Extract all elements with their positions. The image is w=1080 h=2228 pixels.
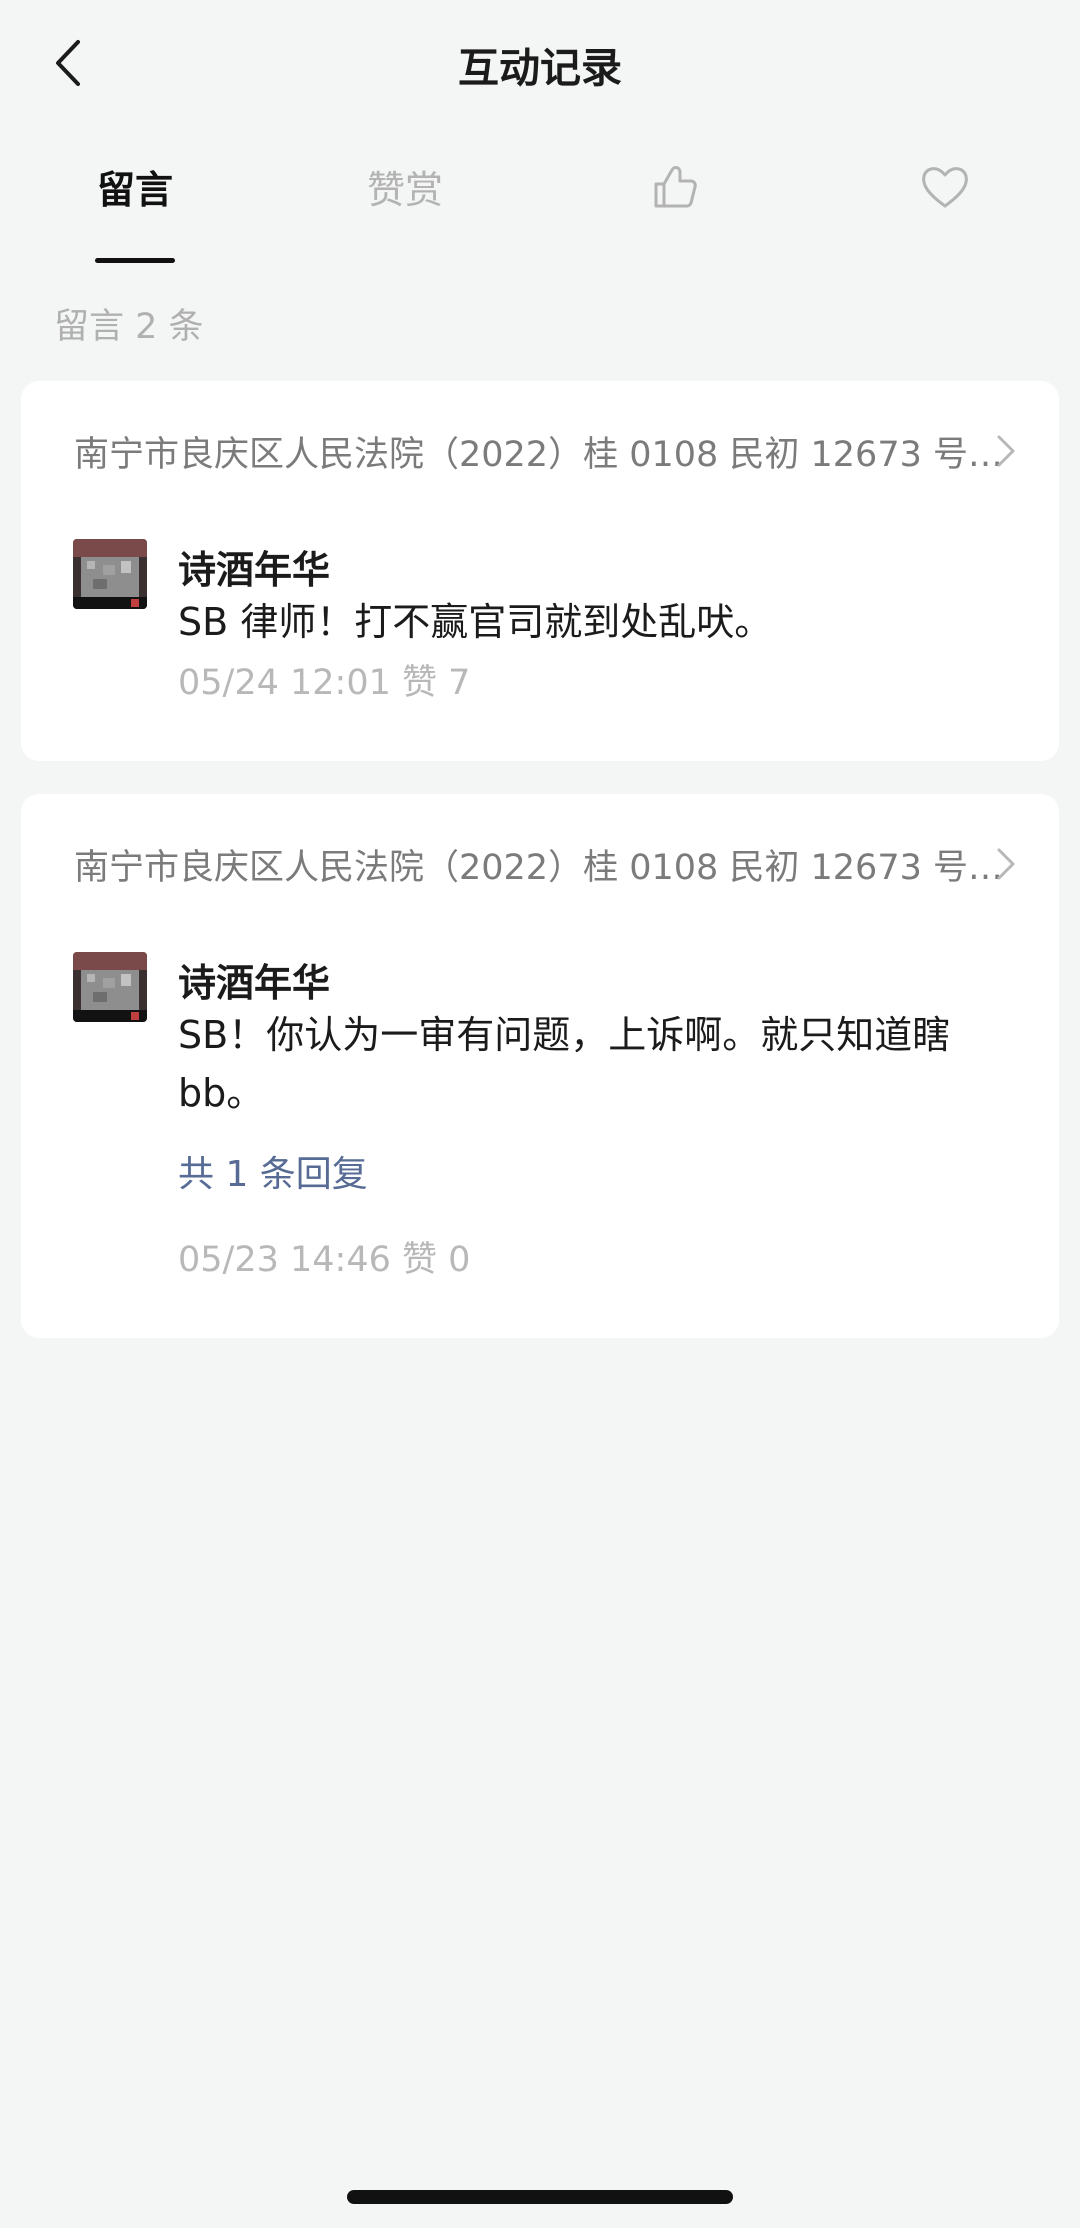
- page-title: 互动记录: [458, 44, 622, 92]
- comment-meta: 05/23 14:46 赞 0: [178, 1240, 471, 1280]
- comment-text: SB！你认为一审有问题，上诉啊。就只知道瞎 bb。: [178, 1013, 951, 1115]
- tab-rewards-label: 赞赏: [366, 168, 443, 212]
- chevron-right-icon: [997, 435, 1015, 467]
- tab-rewards[interactable]: 赞赏: [345, 150, 465, 270]
- avatar[interactable]: [73, 952, 147, 1022]
- article-link[interactable]: 南宁市良庆区人民法院（2022）桂 0108 民初 12673 号…: [74, 834, 999, 894]
- chevron-right-icon: [997, 848, 1015, 880]
- article-title: 南宁市良庆区人民法院（2022）桂 0108 民初 12673 号…: [74, 434, 999, 475]
- avatar-image: [73, 952, 147, 1022]
- avatar-image: [73, 539, 147, 609]
- comment-card: 南宁市良庆区人民法院（2022）桂 0108 民初 12673 号… 诗酒年华 …: [21, 381, 1059, 761]
- tab-likes[interactable]: [630, 150, 720, 270]
- tab-messages[interactable]: 留言: [75, 150, 195, 270]
- home-indicator: [347, 2190, 733, 2204]
- comment-text: SB 律师！打不赢官司就到处乱吠。: [178, 600, 773, 644]
- heart-icon: [922, 167, 968, 208]
- tab-messages-label: 留言: [96, 168, 173, 212]
- navigation-bar: 互动记录: [0, 0, 1080, 130]
- tab-bar: 留言 赞赏: [0, 150, 1080, 270]
- comment-card: 南宁市良庆区人民法院（2022）桂 0108 民初 12673 号… 诗酒年华 …: [21, 794, 1059, 1338]
- tab-favorites[interactable]: [900, 150, 990, 270]
- comment-meta: 05/24 12:01 赞 7: [178, 663, 471, 703]
- article-title: 南宁市良庆区人民法院（2022）桂 0108 民初 12673 号…: [74, 847, 999, 888]
- thumbs-up-icon: [654, 166, 697, 208]
- comment-author[interactable]: 诗酒年华: [178, 952, 330, 1007]
- active-tab-indicator: [95, 258, 175, 263]
- message-count: 留言 2 条: [54, 307, 204, 347]
- article-link[interactable]: 南宁市良庆区人民法院（2022）桂 0108 民初 12673 号…: [74, 421, 999, 481]
- view-replies-link[interactable]: 共 1 条回复: [178, 1145, 368, 1197]
- avatar[interactable]: [73, 539, 147, 609]
- comment-author[interactable]: 诗酒年华: [178, 539, 330, 594]
